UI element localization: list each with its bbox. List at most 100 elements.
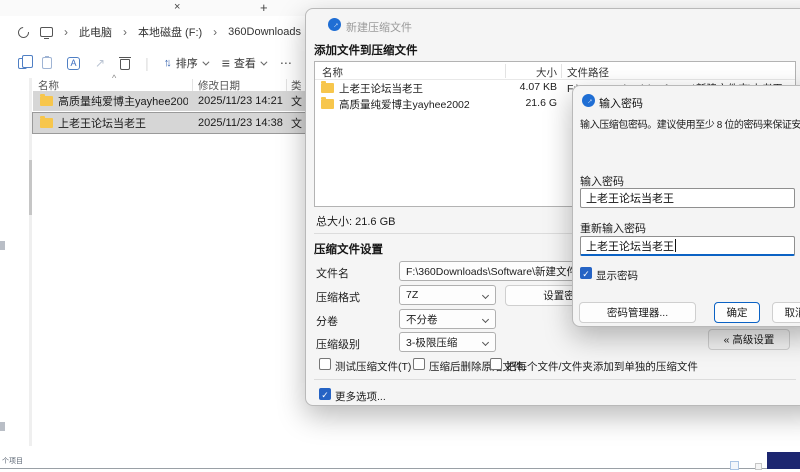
dialog-title: 新建压缩文件 [346,22,412,34]
more-options-icon[interactable]: ⋯ [280,56,292,70]
delete-icon[interactable] [119,56,132,70]
password-dialog-icon: → [582,94,595,107]
taskbar-app-corner[interactable] [767,452,800,469]
enter-password-dialog: → 输入密码 输入压缩包密码。建议使用至少 8 位的密码来保证安全性。 输入密码… [572,85,800,327]
delete-original-checkbox[interactable] [413,358,425,370]
volume-select[interactable]: 不分卷 [399,309,496,329]
file-date: 2025/11/23 14:38 [198,117,283,129]
more-options-checkbox[interactable]: ✓ [319,388,331,400]
breadcrumb: › 此电脑 › 本地磁盘 (F:) › 360Downloads › [0,20,316,44]
breadcrumb-this-pc[interactable]: 此电脑 [79,24,112,40]
paste-icon[interactable] [42,56,52,69]
view-label: 查看 [233,58,256,70]
more-options-label: 更多选项... [335,391,386,403]
password-hint-text: 输入压缩包密码。建议使用至少 8 位的密码来保证安全性。 [580,120,800,131]
nav-pane-scrollbar[interactable] [29,78,32,446]
chevron-down-icon [481,338,490,347]
clipped-nav-text [0,241,5,250]
show-password-checkbox[interactable]: ✓ [580,267,592,279]
tab-close-icon[interactable]: × [174,1,180,13]
screen: × + › 此电脑 › 本地磁盘 (F:) › 360Downloads › A… [0,0,800,472]
test-archive-checkbox[interactable] [319,358,331,370]
format-value: 7Z [406,289,419,301]
status-bar: 个项目 [2,458,23,465]
file-name: 高质量纯爱博主yayhee2002 [58,96,188,108]
level-select[interactable]: 3-极限压缩 [399,332,496,352]
level-value: 3-极限压缩 [406,336,458,349]
archive-list-header: 名称 大小 文件路径 [315,62,795,80]
level-label: 压缩级别 [316,339,360,351]
show-password-label: 显示密码 [596,270,638,282]
file-name: 高质量纯爱博主yayhee2002 [339,99,470,111]
total-size-label: 总大小: 21.6 GB [316,216,396,228]
breadcrumb-separator: › [64,25,68,39]
volume-value: 不分卷 [406,313,438,326]
breadcrumb-360downloads[interactable]: 360Downloads [228,26,301,38]
folder-icon [321,81,334,93]
divider [314,379,796,380]
explorer-toolbar: A ↗ | ↑↓ 排序 ≡ 查看 ⋯ [0,50,305,76]
view-lines-icon: ≡ [221,55,230,71]
separate-archives-checkbox[interactable] [490,358,502,370]
column-divider[interactable] [286,79,287,91]
format-select[interactable]: 7Z [399,285,496,305]
file-type: 文 [291,96,302,108]
taskbar-mini-window[interactable] [755,463,762,470]
separate-archives-label: 把每个文件/文件夹添加到单独的压缩文件 [506,361,698,373]
sort-arrows-icon: ↑↓ [163,57,172,69]
clipped-nav-text [0,422,5,431]
taskbar-edge [0,468,800,469]
column-size[interactable]: 大小 [511,65,557,80]
refresh-icon[interactable] [15,24,32,40]
scrollbar-thumb[interactable] [29,160,32,215]
reenter-password-input[interactable]: 上老王论坛当老王 [580,236,795,256]
chevron-down-icon [481,315,490,324]
share-icon[interactable]: ↗ [95,56,105,70]
rename-icon[interactable]: A [67,56,80,70]
column-path[interactable]: 文件路径 [567,65,609,80]
breadcrumb-drive-f[interactable]: 本地磁盘 (F:) [138,24,202,40]
folder-icon [321,97,334,109]
format-label: 压缩格式 [316,292,360,304]
sort-label: 排序 [175,58,198,70]
file-size: 4.07 KB [519,81,557,93]
cancel-button[interactable]: 取消 [772,302,800,323]
column-divider[interactable] [192,79,193,91]
chevron-down-icon [202,58,210,66]
file-date: 2025/11/23 14:21 [198,95,283,107]
archive-app-icon: → [328,18,341,31]
filename-label: 文件名 [316,268,349,280]
reenter-password-label: 重新输入密码 [580,223,646,235]
this-pc-icon [40,27,53,39]
column-divider[interactable] [561,64,562,78]
file-size: 21.6 G [525,97,557,109]
breadcrumb-separator: › [213,25,218,39]
ok-button[interactable]: 确定 [714,302,760,323]
settings-section-title: 压缩文件设置 [314,244,383,256]
text-cursor [675,239,676,252]
sort-button[interactable]: ↑↓ 排序 [163,55,210,71]
sort-caret-icon: ^ [112,73,117,83]
password-manager-button[interactable]: 密码管理器... [579,302,696,323]
file-row-laowang[interactable]: 上老王论坛当老王 2025/11/23 14:38 文 [32,112,306,134]
advanced-settings-button[interactable]: « 高级设置 [708,329,790,350]
breadcrumb-separator: › [123,25,127,39]
file-type: 文 [291,118,302,130]
password-input[interactable]: 上老王论坛当老王 [580,188,795,208]
new-tab-icon[interactable]: + [260,0,268,15]
folder-icon [40,94,53,106]
column-name[interactable]: 名称 [322,65,343,80]
enter-password-label: 输入密码 [580,176,624,188]
column-divider[interactable] [505,64,506,78]
add-files-section-title: 添加文件到压缩文件 [314,45,418,57]
copy-icon[interactable] [18,55,33,69]
password-value: 上老王论坛当老王 [586,193,674,205]
chevron-down-icon [260,58,268,66]
chevron-down-icon [481,291,490,300]
dialog-title: 输入密码 [599,98,643,110]
reenter-password-value: 上老王论坛当老王 [586,240,674,253]
file-row-yayhee2002[interactable]: 高质量纯爱博主yayhee2002 2025/11/23 14:21 文 [33,91,305,111]
view-button[interactable]: ≡ 查看 [221,55,268,71]
file-name: 上老王论坛当老王 [58,118,146,130]
taskbar-mini-window[interactable] [730,461,739,470]
